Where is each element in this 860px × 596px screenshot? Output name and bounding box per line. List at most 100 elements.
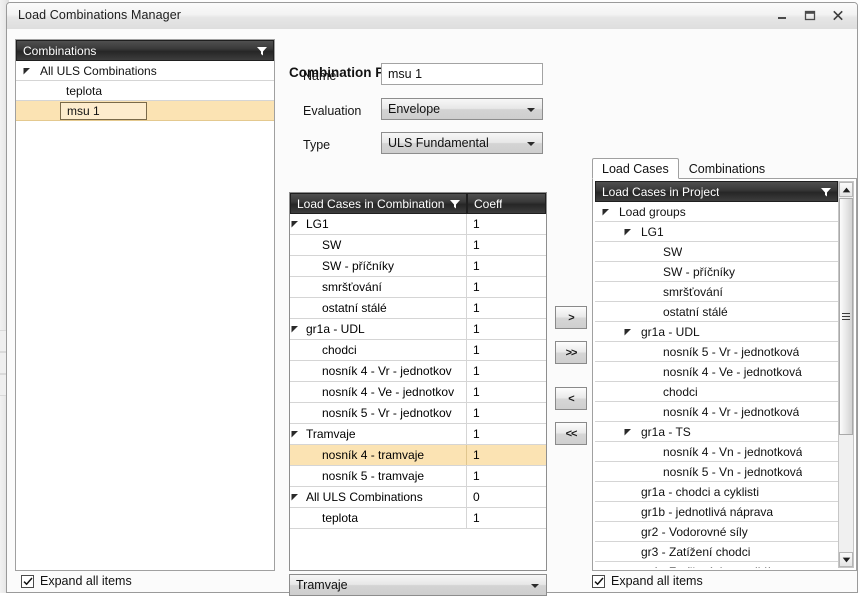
project-load-case-row[interactable]: LG1	[595, 222, 838, 242]
load-case-name-cell[interactable]: nosník 5 - Vr - jednotkov	[290, 403, 467, 423]
load-case-name-cell[interactable]: LG1	[290, 214, 467, 234]
vertical-scrollbar[interactable]	[838, 181, 854, 568]
close-icon[interactable]	[825, 6, 851, 25]
project-load-case-row[interactable]: gr1a - chodci a cyklisti	[595, 482, 838, 502]
load-case-name-cell[interactable]: teplota	[290, 508, 467, 528]
load-case-name-cell[interactable]: chodci	[290, 340, 467, 360]
expander-collapse-icon[interactable]	[290, 429, 300, 439]
type-select[interactable]: ULS Fundamental	[381, 132, 543, 154]
load-case-coeff-cell[interactable]: 1	[467, 448, 546, 462]
project-load-case-row[interactable]: gr2 - Vodorovné síly	[595, 522, 838, 542]
load-case-name-cell[interactable]: All ULS Combinations	[290, 487, 467, 507]
load-case-row[interactable]: ostatní stálé 1	[290, 298, 546, 319]
right-panel-tabs[interactable]: Load Cases Combinations	[592, 157, 775, 179]
load-case-coeff-cell[interactable]: 1	[467, 364, 546, 378]
load-case-row[interactable]: nosník 5 - tramvaje 1	[290, 466, 546, 487]
load-case-name-cell[interactable]: nosník 4 - Vr - jednotkov	[290, 361, 467, 381]
expand-all-items-left[interactable]: Expand all items	[21, 574, 132, 588]
project-load-case-row[interactable]: SW	[595, 242, 838, 262]
title-bar[interactable]: Load Combinations Manager	[7, 3, 857, 30]
load-case-name-cell[interactable]: Tramvaje	[290, 424, 467, 444]
load-case-name-cell[interactable]: SW	[290, 235, 467, 255]
load-case-coeff-cell[interactable]: 1	[467, 259, 546, 273]
load-case-row[interactable]: LG1 1	[290, 214, 546, 235]
load-case-coeff-cell[interactable]: 1	[467, 427, 546, 441]
combination-tree-item[interactable]: teplota	[16, 81, 274, 101]
project-load-case-row[interactable]: chodci	[595, 382, 838, 402]
load-case-name-cell[interactable]: nosník 5 - tramvaje	[290, 466, 467, 486]
combination-tree-item[interactable]: msu 1	[16, 101, 274, 121]
load-case-row[interactable]: SW 1	[290, 235, 546, 256]
expander-collapse-icon[interactable]	[290, 324, 300, 334]
load-case-coeff-cell[interactable]: 1	[467, 217, 546, 231]
load-case-row[interactable]: nosník 4 - Ve - jednotkov 1	[290, 382, 546, 403]
expander-collapse-icon[interactable]	[601, 207, 611, 217]
load-case-row[interactable]: nosník 5 - Vr - jednotkov 1	[290, 403, 546, 424]
tab-combinations[interactable]: Combinations	[679, 158, 775, 179]
load-case-coeff-cell[interactable]: 1	[467, 469, 546, 483]
expander-collapse-icon[interactable]	[623, 227, 633, 237]
load-case-coeff-cell[interactable]: 1	[467, 301, 546, 315]
load-case-row[interactable]: nosník 4 - Vr - jednotkov 1	[290, 361, 546, 382]
inline-edit-box[interactable]: nosník 4 - tramvaje	[316, 448, 466, 462]
move-all-right-button[interactable]: >>	[555, 341, 587, 364]
column-header-coeff[interactable]: Coeff	[467, 193, 546, 214]
project-load-case-row[interactable]: gr1a - UDL	[595, 322, 838, 342]
scroll-down-icon[interactable]	[839, 552, 853, 567]
filter-icon[interactable]	[820, 186, 832, 201]
project-load-case-row[interactable]: gr1b - jednotlivá náprava	[595, 502, 838, 522]
expand-all-checkbox-right[interactable]	[592, 574, 605, 588]
load-case-coeff-cell[interactable]: 1	[467, 406, 546, 420]
combination-tree-item[interactable]: All ULS Combinations	[16, 61, 274, 81]
name-input[interactable]: msu 1	[381, 63, 543, 85]
combinations-tree[interactable]: All ULS Combinations teplota msu 1	[16, 61, 274, 570]
inline-edit-box[interactable]: msu 1	[60, 101, 147, 120]
load-case-coeff-cell[interactable]: 0	[467, 490, 546, 504]
load-case-coeff-cell[interactable]: 1	[467, 322, 546, 336]
project-load-case-row[interactable]: Load groups	[595, 202, 838, 222]
load-case-coeff-cell[interactable]: 1	[467, 280, 546, 294]
expander-collapse-icon[interactable]	[290, 219, 300, 229]
move-all-left-button[interactable]: <<	[555, 422, 587, 445]
project-load-case-row[interactable]: nosník 4 - Ve - jednotková	[595, 362, 838, 382]
load-cases-in-project-rows[interactable]: Load groups LG1 SW SW - příčníky smršťování o…	[595, 202, 838, 568]
load-case-row[interactable]: All ULS Combinations 0	[290, 487, 546, 508]
project-load-case-row[interactable]: SW - příčníky	[595, 262, 838, 282]
load-case-name-cell[interactable]: ostatní stálé	[290, 298, 467, 318]
load-case-row[interactable]: gr1a - UDL 1	[290, 319, 546, 340]
expand-all-checkbox-left[interactable]	[21, 574, 34, 588]
project-load-case-row[interactable]: ostatní stálé	[595, 302, 838, 322]
expander-collapse-icon[interactable]	[623, 327, 633, 337]
maximize-icon[interactable]	[797, 6, 823, 25]
load-case-name-cell[interactable]: gr1a - UDL	[290, 319, 467, 339]
load-case-row[interactable]: nosník 4 - tramvaje 1	[290, 445, 546, 466]
project-load-case-row[interactable]: nosník 5 - Vn - jednotková	[595, 462, 838, 482]
expand-all-items-right[interactable]: Expand all items	[592, 574, 703, 588]
project-load-case-row[interactable]: smršťování	[595, 282, 838, 302]
move-left-button[interactable]: <	[555, 387, 587, 410]
project-load-case-row[interactable]: gr4 - Zatížení davem lidí	[595, 562, 838, 568]
expander-collapse-icon[interactable]	[22, 66, 32, 76]
project-load-case-row[interactable]: nosník 5 - Vr - jednotková	[595, 342, 838, 362]
load-cases-in-project-header[interactable]: Load Cases in Project	[595, 181, 838, 202]
load-case-row[interactable]: smršťování 1	[290, 277, 546, 298]
evaluation-select[interactable]: Envelope	[381, 98, 543, 120]
scroll-up-icon[interactable]	[839, 182, 853, 197]
load-case-name-cell[interactable]: smršťování	[290, 277, 467, 297]
load-case-name-cell[interactable]: SW - příčníky	[290, 256, 467, 276]
scrollbar-thumb[interactable]	[839, 198, 853, 435]
project-load-case-row[interactable]: gr3 - Zatížení chodci	[595, 542, 838, 562]
load-case-name-cell[interactable]: nosník 4 - Ve - jednotkov	[290, 382, 467, 402]
load-case-coeff-cell[interactable]: 1	[467, 511, 546, 525]
load-case-row[interactable]: chodci 1	[290, 340, 546, 361]
project-load-case-row[interactable]: nosník 4 - Vn - jednotková	[595, 442, 838, 462]
load-case-name-cell[interactable]: nosník 4 - tramvaje	[290, 445, 467, 465]
load-cases-in-combination-rows[interactable]: LG1 1 SW 1 SW - příčníky 1 smršťování 1 ostatní …	[290, 214, 546, 570]
move-right-button[interactable]: >	[555, 306, 587, 329]
filter-icon[interactable]	[449, 198, 461, 213]
project-load-case-row[interactable]: nosník 4 - Vr - jednotková	[595, 402, 838, 422]
load-case-row[interactable]: Tramvaje 1	[290, 424, 546, 445]
load-case-coeff-cell[interactable]: 1	[467, 385, 546, 399]
minimize-icon[interactable]	[769, 6, 795, 25]
filter-icon[interactable]	[256, 45, 268, 60]
